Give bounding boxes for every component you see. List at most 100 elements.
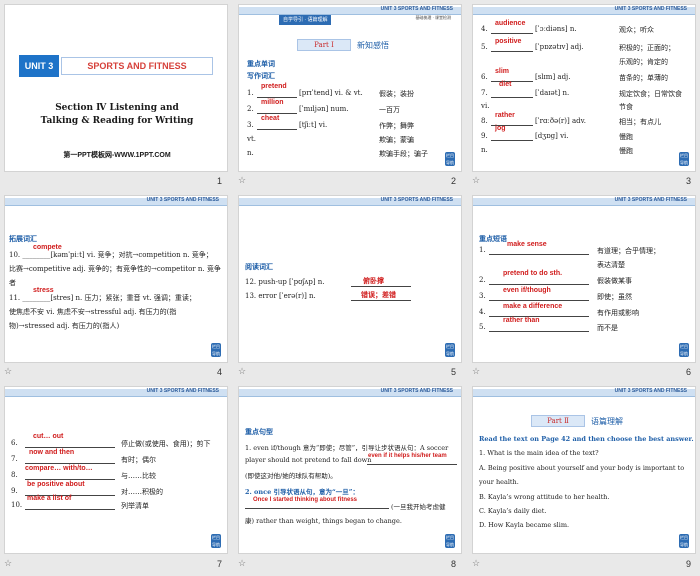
- heading-reading-words: 阅读词汇: [245, 262, 273, 271]
- answer-blank: [257, 113, 297, 114]
- slide-9[interactable]: UNIT 3 SPORTS AND FITNESS Part Ⅱ 语篇理解 Re…: [472, 386, 696, 554]
- star-icon[interactable]: ☆: [4, 367, 12, 377]
- text-line: (即使这对他/她的球队有帮助)。: [245, 472, 337, 480]
- nav-button[interactable]: 栏目导航: [679, 152, 689, 166]
- text-line: 使焦虑不安 vi. 焦虑不安→stressful adj. 有压力的(指: [9, 308, 177, 316]
- slide-number-9: 9: [686, 559, 692, 569]
- nav-button[interactable]: 栏目导航: [211, 343, 221, 357]
- answer: now and then: [29, 449, 75, 456]
- answer-blank: [491, 51, 533, 52]
- answer-blank: [367, 464, 457, 465]
- nav-button[interactable]: 栏目导航: [445, 534, 455, 548]
- answer: make sense: [507, 241, 547, 248]
- text-line: player should not pretend to fall down: [245, 456, 372, 464]
- nav-button[interactable]: 栏目导航: [445, 152, 455, 166]
- answer-blank: [351, 300, 411, 301]
- slide-number-5: 5: [451, 367, 457, 377]
- star-icon[interactable]: ☆: [238, 367, 246, 377]
- meaning: 有时；偶尔: [121, 456, 156, 464]
- star-icon[interactable]: ☆: [472, 367, 480, 377]
- question: 1. What is the main idea of the text?: [479, 449, 599, 457]
- answer: diet: [499, 81, 512, 88]
- meaning: 慢跑: [619, 133, 633, 141]
- nav-button[interactable]: 栏目导航: [445, 343, 455, 357]
- nav-button[interactable]: 栏目导航: [679, 343, 689, 357]
- phonetic: [tʃiːt] vi.: [299, 121, 328, 129]
- answer-blank: [489, 254, 589, 255]
- answer: pretend: [261, 83, 287, 90]
- meaning: 一百万: [379, 106, 400, 114]
- answer-blank: [351, 286, 411, 287]
- answer-blank: [489, 300, 589, 301]
- section-tag-small: 基础梳理 · 课堂检测: [415, 15, 451, 20]
- option-d[interactable]: D. How Kayla became slim.: [479, 521, 569, 529]
- item-number: 7.: [481, 89, 488, 97]
- item-number: 7.: [11, 455, 18, 463]
- option-b[interactable]: B. Kayla’s wrong attitude to her health.: [479, 493, 609, 501]
- item-number: 8.: [11, 471, 18, 479]
- slide-8[interactable]: UNIT 3 SPORTS AND FITNESS 重点句型 1. even i…: [238, 386, 462, 554]
- item-number: 2.: [247, 105, 254, 113]
- item-number: 4.: [481, 25, 488, 33]
- part-title: 语篇理解: [591, 417, 623, 426]
- answer: audience: [495, 20, 526, 27]
- heading-key-words: 重点单词: [247, 59, 275, 68]
- answer-blank: [491, 81, 533, 82]
- part-title: 新知感悟: [357, 41, 389, 50]
- slide-6[interactable]: UNIT 3 SPORTS AND FITNESS 重点短语 1. make s…: [472, 195, 696, 363]
- item-number: 8.: [481, 117, 488, 125]
- answer: rather: [495, 112, 515, 119]
- phonetic: [dʒɒg] vi.: [535, 132, 569, 140]
- phonetic: [ˈrɑːðə(r)] adv.: [535, 117, 586, 125]
- answer-blank: [25, 463, 115, 464]
- phonetic: [ˈdaɪət] n.: [535, 89, 570, 97]
- slide-1[interactable]: UNIT 3 SPORTS AND FITNESS Section Ⅳ List…: [4, 4, 228, 172]
- slide-header-text: UNIT 3 SPORTS AND FITNESS: [380, 6, 453, 12]
- slide-number-2: 2: [451, 176, 457, 186]
- option-a[interactable]: A. Being positive about yourself and you…: [479, 464, 684, 472]
- phonetic: vt.: [247, 135, 256, 143]
- answer-blank: [491, 140, 533, 141]
- text-line: (一旦我开始考虑健: [391, 503, 446, 511]
- star-icon[interactable]: ☆: [472, 559, 480, 569]
- text-line: 1. even if/though 意为“即使；尽管”，引导让步状语从句：A s…: [245, 444, 449, 452]
- text-line: 11. ________[stres] n. 压力；紧张；重音 vt. 强调；重…: [9, 294, 196, 302]
- text-line: 10. ________[kəmˈpiːt] vi. 竞争；对抗→competi…: [9, 251, 213, 259]
- word-entry: 12. push-up [ˈpʊʃʌp] n.: [245, 278, 325, 286]
- star-icon[interactable]: ☆: [238, 559, 246, 569]
- slide-7[interactable]: UNIT 3 SPORTS AND FITNESS 6. cut… out 停止…: [4, 386, 228, 554]
- phonetic: [prɪˈtend] vi. & vt.: [299, 89, 363, 97]
- answer-blank: [491, 33, 533, 34]
- star-icon[interactable]: ☆: [4, 559, 12, 569]
- slide-5[interactable]: UNIT 3 SPORTS AND FITNESS 阅读词汇 12. push-…: [238, 195, 462, 363]
- word-entry: 13. error [ˈerə(r)] n.: [245, 292, 316, 300]
- meaning: 即使；虽然: [597, 293, 632, 301]
- heading-key-phrases: 重点短语: [479, 234, 507, 243]
- star-icon[interactable]: ☆: [472, 176, 480, 186]
- meaning: 有作用或影响: [597, 309, 639, 317]
- item-number: 6.: [11, 439, 18, 447]
- phonetic: vi.: [481, 102, 490, 110]
- slide-3[interactable]: UNIT 3 SPORTS AND FITNESS 4. audience [ˈ…: [472, 4, 696, 172]
- slide-4[interactable]: UNIT 3 SPORTS AND FITNESS 拓展词汇 compete 1…: [4, 195, 228, 363]
- answer: be positive about: [27, 481, 85, 488]
- star-icon[interactable]: ☆: [238, 176, 246, 186]
- slide-2[interactable]: UNIT 3 SPORTS AND FITNESS 自学导引 · 语篇理解 基础…: [238, 4, 462, 172]
- answer-blank: [245, 508, 389, 509]
- slide-header-text: UNIT 3 SPORTS AND FITNESS: [614, 6, 687, 12]
- slide-number-4: 4: [217, 367, 223, 377]
- text-line: 2. once 引导状语从句，意为“一旦”：: [245, 488, 359, 496]
- item-number: 10.: [11, 501, 23, 509]
- meaning: 欺骗；蒙骗: [379, 136, 414, 144]
- text-line: 康) rather than weight, things began to c…: [245, 517, 402, 525]
- answer: make a difference: [503, 303, 563, 310]
- site-watermark: 第一PPT模板网-WWW.1PPT.COM: [63, 152, 171, 159]
- meaning: 与……比较: [121, 472, 156, 480]
- option-c[interactable]: C. Kayla’s daily diet.: [479, 507, 546, 515]
- phonetic: [ˈpɒzətɪv] adj.: [535, 43, 584, 51]
- answer: slim: [495, 68, 510, 75]
- heading-key-sentences: 重点句型: [245, 427, 273, 436]
- nav-button[interactable]: 栏目导航: [211, 534, 221, 548]
- nav-button[interactable]: 栏目导航: [679, 534, 689, 548]
- meaning: 停止做(或使用、食用)；剪下: [121, 440, 211, 448]
